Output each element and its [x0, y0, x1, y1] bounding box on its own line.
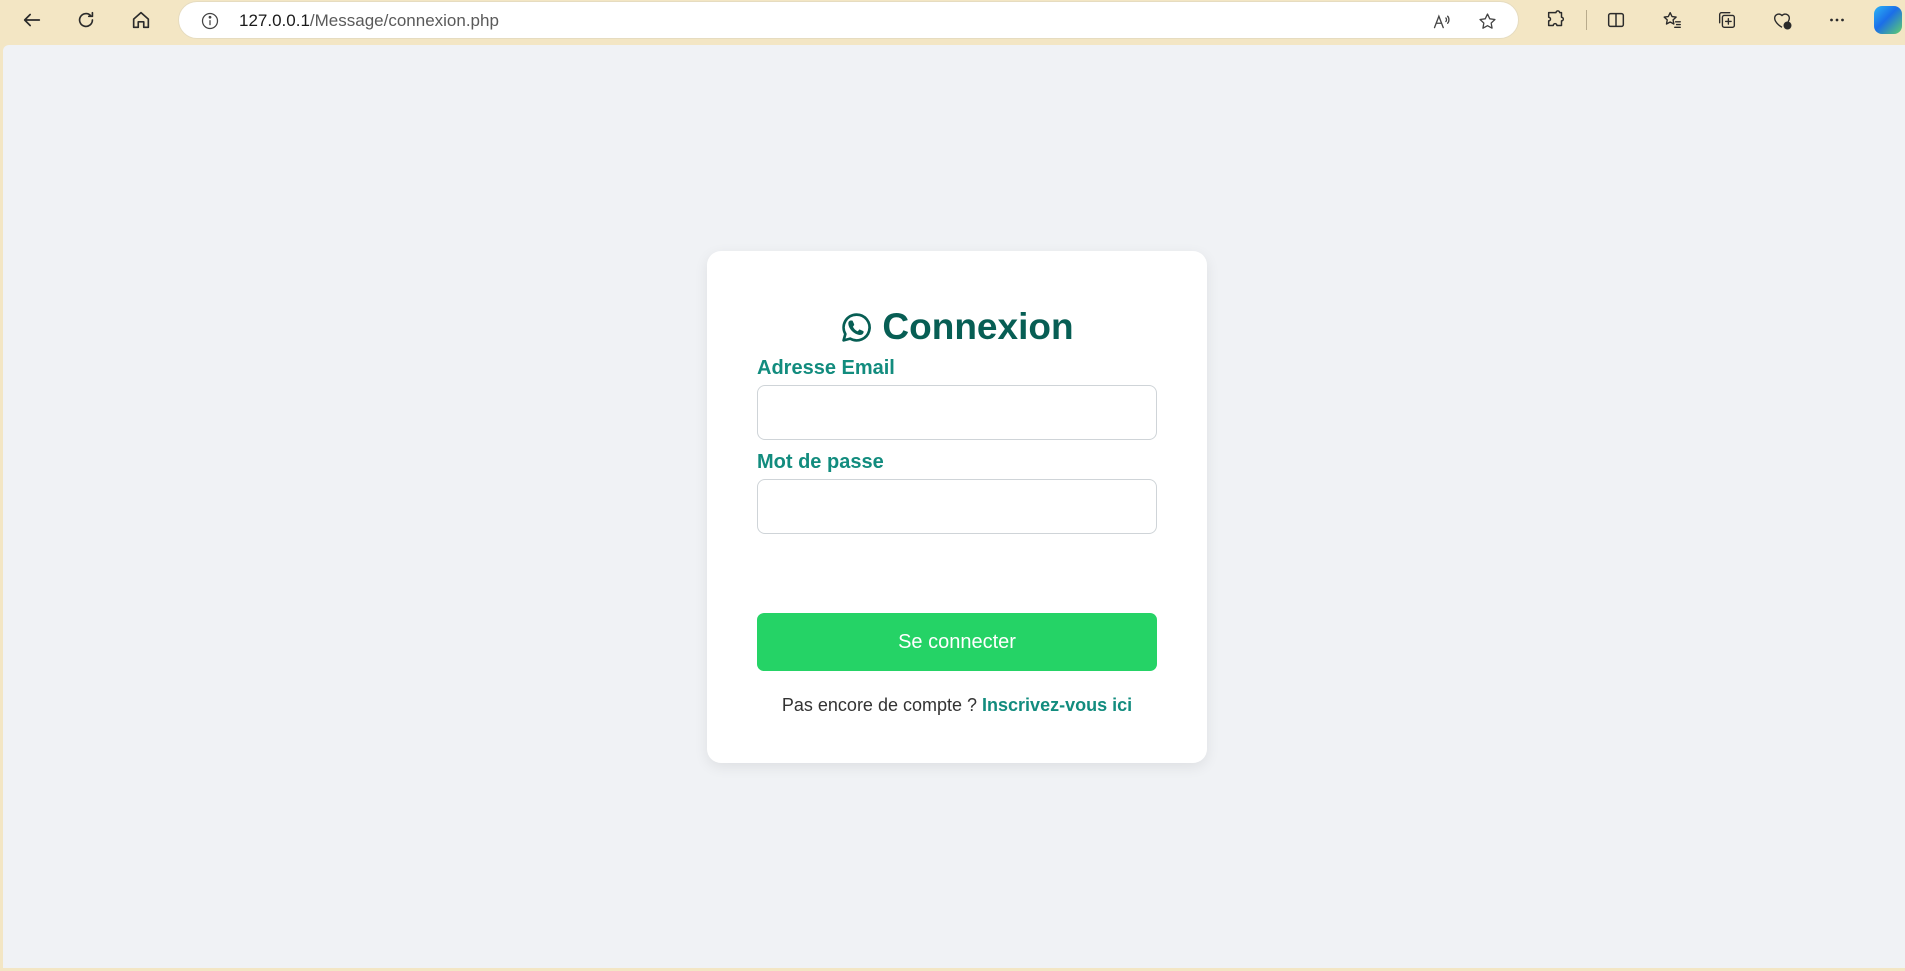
copilot-icon[interactable] [1874, 6, 1902, 34]
page-viewport: Connexion Adresse Email Mot de passe Se … [3, 45, 1905, 968]
signup-prompt-text: Pas encore de compte ? [781, 695, 978, 715]
extensions-icon[interactable] [1538, 4, 1574, 36]
signup-link[interactable]: Inscrivez-vous ici [982, 695, 1132, 715]
url-path: /Message/connexion.php [309, 11, 499, 30]
browser-toolbar: 127.0.0.1/Message/connexion.php [0, 0, 1905, 45]
login-button[interactable]: Se connecter [757, 613, 1157, 671]
email-label: Adresse Email [757, 357, 895, 379]
email-field[interactable] [757, 385, 1157, 440]
password-label: Mot de passe [757, 451, 884, 473]
toolbar-separator [1586, 10, 1587, 30]
favorites-icon[interactable] [1654, 4, 1690, 36]
read-aloud-icon[interactable] [1429, 10, 1453, 32]
password-field[interactable] [757, 479, 1157, 534]
info-icon[interactable] [199, 10, 221, 32]
url-text[interactable]: 127.0.0.1/Message/connexion.php [239, 11, 499, 31]
browser-essentials-icon[interactable] [1764, 4, 1800, 36]
star-icon[interactable] [1475, 10, 1499, 32]
home-icon[interactable] [123, 4, 159, 36]
split-screen-icon[interactable] [1598, 4, 1634, 36]
back-arrow-icon[interactable] [14, 4, 50, 36]
url-host: 127.0.0.1 [239, 11, 310, 30]
whatsapp-icon [840, 311, 873, 344]
signup-prompt-line: Pas encore de compte ? Inscrivez-vous ic… [707, 695, 1207, 716]
address-bar[interactable]: 127.0.0.1/Message/connexion.php [178, 1, 1519, 39]
more-icon[interactable] [1819, 4, 1855, 36]
page-title: Connexion [707, 306, 1207, 348]
title-text: Connexion [882, 306, 1074, 347]
collections-icon[interactable] [1709, 4, 1745, 36]
login-card: Connexion Adresse Email Mot de passe Se … [707, 251, 1207, 763]
refresh-icon[interactable] [68, 4, 104, 36]
